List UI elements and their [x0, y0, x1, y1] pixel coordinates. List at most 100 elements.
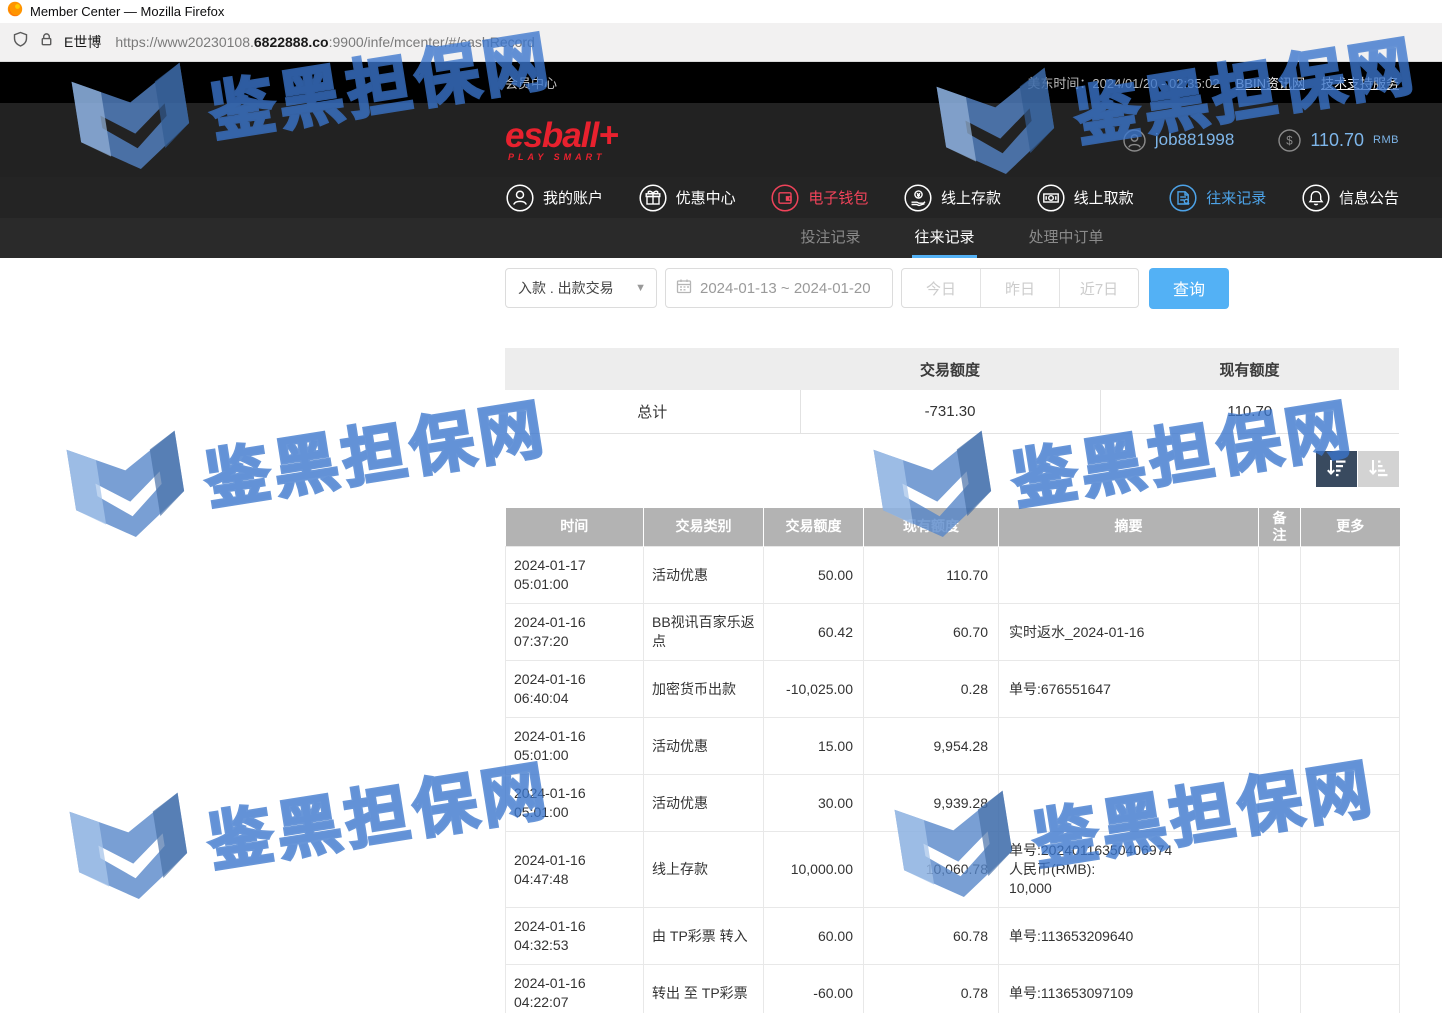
quick-last-7-days-button[interactable]: 近7日	[1059, 269, 1138, 307]
sort-ascending-button[interactable]	[1358, 451, 1399, 487]
cell-type: 转出 至 TP彩票	[644, 965, 764, 1013]
nav-item-label: 线上存款	[941, 187, 1001, 208]
cell-note	[1259, 547, 1301, 604]
summary-header-transaction: 交易额度	[800, 348, 1100, 390]
cell-type: 活动优惠	[644, 547, 764, 604]
tab-pending-order[interactable]: 处理中订单	[1027, 218, 1106, 258]
date-range-input[interactable]: 2024-01-13 ~ 2024-01-20	[665, 268, 893, 308]
watermark-logo-icon	[56, 419, 201, 559]
nav-item-label: 优惠中心	[676, 187, 736, 208]
quick-today-button[interactable]: 今日	[902, 269, 980, 307]
summary-balance-total: 110.70	[1100, 390, 1399, 433]
nav-item-promo-center[interactable]: 优惠中心	[638, 183, 736, 213]
quick-date-group: 今日昨日近7日	[901, 268, 1139, 308]
deposit-icon	[903, 183, 933, 213]
firefox-icon	[7, 1, 23, 22]
nav-item-deposit[interactable]: 线上存款	[903, 183, 1001, 213]
cell-type: 活动优惠	[644, 718, 764, 775]
cell-balance: 0.78	[864, 965, 999, 1013]
watermark: 鉴黑担保网	[59, 725, 559, 921]
cell-more	[1301, 775, 1400, 832]
filter-row: 入款 . 出款交易 ▼ 2024-01-13 ~ 2024-01-20 今日昨日…	[505, 268, 1399, 308]
records-table-header: 时间交易类别交易额度现有额度摘要备注更多	[506, 508, 1400, 547]
window-title: Member Center — Mozilla Firefox	[30, 4, 224, 19]
account-username[interactable]: job881998	[1123, 129, 1234, 152]
withdraw-icon	[1036, 183, 1066, 213]
cell-note	[1259, 965, 1301, 1013]
svg-text:$: $	[1287, 135, 1294, 147]
cell-time: 2024-01-16 07:37:20	[506, 604, 644, 661]
cell-summary: 单号:676551647	[999, 661, 1259, 718]
table-row: 2024-01-16 05:01:00活动优惠30.009,939.28	[506, 775, 1400, 832]
nav-item-notice[interactable]: 信息公告	[1301, 183, 1399, 213]
cell-more	[1301, 604, 1400, 661]
lock-icon[interactable]	[39, 32, 54, 52]
cell-time: 2024-01-16 05:01:00	[506, 775, 644, 832]
records-table-body: 2024-01-17 05:01:00活动优惠50.00110.702024-0…	[506, 547, 1400, 1013]
cell-note	[1259, 604, 1301, 661]
nav-item-e-wallet[interactable]: 电子钱包	[770, 183, 868, 213]
main-nav-bar: 我的账户 优惠中心 电子钱包 线上存款 线上取款 往来记录 信息公告	[0, 177, 1442, 218]
eastern-time: 美东时间：2024/01/20 - 02:35:02	[1027, 73, 1219, 92]
cell-note	[1259, 661, 1301, 718]
transaction-type-value: 入款 . 出款交易	[518, 278, 614, 298]
cell-type: 加密货币出款	[644, 661, 764, 718]
logo-text: esball+	[505, 119, 618, 152]
cell-time: 2024-01-16 04:47:48	[506, 832, 644, 908]
cell-note	[1259, 832, 1301, 908]
table-row: 2024-01-16 07:37:20BB视讯百家乐返点60.4260.70实时…	[506, 604, 1400, 661]
cell-more	[1301, 965, 1400, 1013]
chevron-down-icon: ▼	[635, 282, 646, 294]
sub-nav-bar: 投注记录 往来记录 处理中订单	[0, 218, 1442, 258]
cell-more	[1301, 661, 1400, 718]
summary-total-row: 总计 -731.30 110.70	[505, 390, 1399, 433]
cell-summary	[999, 775, 1259, 832]
cell-type: 由 TP彩票 转入	[644, 908, 764, 965]
browser-urlbar[interactable]: E世博 https://www20230108.6822888.co:9900/…	[0, 23, 1442, 62]
cell-balance: 10,060.78	[864, 832, 999, 908]
nav-item-withdraw[interactable]: 线上取款	[1036, 183, 1134, 213]
cell-more	[1301, 718, 1400, 775]
gift-icon	[638, 183, 668, 213]
esball-logo[interactable]: esball+ PLAY SMART	[505, 119, 618, 162]
records-icon	[1168, 183, 1198, 213]
sub-nav: 投注记录 往来记录 处理中订单	[505, 218, 1399, 258]
cell-more	[1301, 908, 1400, 965]
cell-note	[1259, 908, 1301, 965]
tech-support-link[interactable]: 技术支持服务	[1321, 73, 1399, 92]
bbin-news-link[interactable]: BBIN资讯网	[1236, 73, 1305, 92]
sort-controls	[505, 451, 1399, 487]
cell-amount: 15.00	[764, 718, 864, 775]
cell-summary	[999, 718, 1259, 775]
sort-descending-button[interactable]	[1316, 451, 1357, 487]
wallet-icon	[770, 183, 800, 213]
watermark-text: 鉴黑担保网	[198, 377, 553, 522]
column-header-time: 时间	[506, 508, 644, 547]
cell-balance: 110.70	[864, 547, 999, 604]
user-circle-icon	[1123, 129, 1146, 152]
site-identity-label[interactable]: E世博	[64, 32, 101, 52]
quick-yesterday-button[interactable]: 昨日	[980, 269, 1059, 307]
nav-item-records[interactable]: 往来记录	[1168, 183, 1266, 213]
cell-amount: -10,025.00	[764, 661, 864, 718]
tab-bet-record[interactable]: 投注记录	[798, 218, 862, 258]
url-text[interactable]: https://www20230108.6822888.co:9900/infe…	[115, 34, 535, 50]
shield-icon[interactable]	[12, 31, 29, 53]
account-balance[interactable]: $ 110.70 RMB	[1278, 129, 1399, 152]
summary-header-balance: 现有额度	[1100, 348, 1399, 390]
cell-amount: 10,000.00	[764, 832, 864, 908]
column-header-more: 更多	[1301, 508, 1400, 547]
summary-header-blank	[505, 348, 800, 390]
tab-cash-record[interactable]: 往来记录	[912, 218, 976, 258]
sort-ascending-icon	[1367, 456, 1390, 482]
table-row: 2024-01-16 04:47:48线上存款10,000.0010,060.7…	[506, 832, 1400, 908]
watermark-text: 鉴黑担保网	[201, 739, 556, 884]
column-header-balance: 现有额度	[864, 508, 999, 547]
table-row: 2024-01-16 04:32:53由 TP彩票 转入60.0060.78单号…	[506, 908, 1400, 965]
column-header-summary: 摘要	[999, 508, 1259, 547]
nav-item-my-account[interactable]: 我的账户	[505, 183, 603, 213]
transaction-type-select[interactable]: 入款 . 出款交易 ▼	[505, 268, 657, 308]
cell-balance: 9,954.28	[864, 718, 999, 775]
query-button[interactable]: 查询	[1149, 268, 1229, 309]
column-header-note: 备注	[1259, 508, 1301, 547]
